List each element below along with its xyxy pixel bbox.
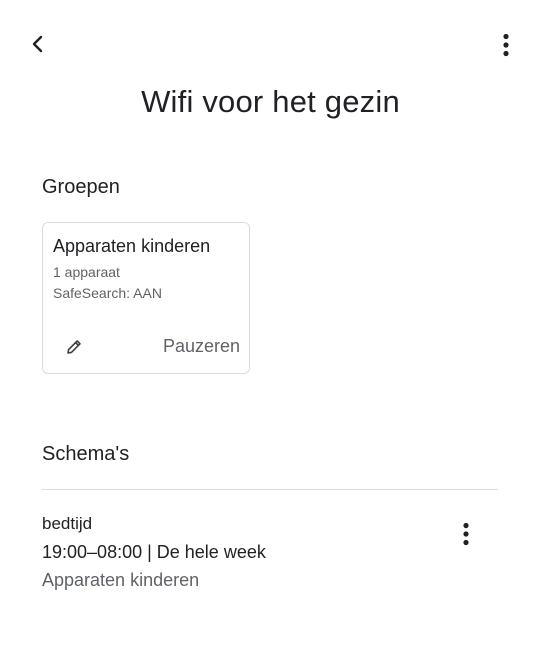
page-title: Wifi voor het gezin <box>141 84 400 119</box>
schedule-item-bedtijd[interactable]: bedtijd 19:00–08:00 | De hele week Appar… <box>42 505 498 605</box>
schedule-group: Apparaten kinderen <box>42 570 200 590</box>
group-card-apparaten-kinderen[interactable]: Apparaten kinderen 1 apparaat SafeSearch… <box>42 222 250 374</box>
groups-section-title: Groepen <box>42 176 120 198</box>
back-button[interactable] <box>22 28 54 60</box>
schedule-name: bedtijd <box>42 514 93 533</box>
overflow-menu-button[interactable] <box>490 28 522 62</box>
pause-button[interactable]: Pauzeren <box>163 336 240 357</box>
pencil-icon <box>67 340 81 354</box>
schedule-time: 19:00–08:00 | De hele week <box>42 542 266 562</box>
edit-group-button[interactable] <box>61 334 87 360</box>
divider <box>42 489 498 490</box>
group-device-count: 1 apparaat <box>53 264 120 280</box>
group-safesearch-status: SafeSearch: AAN <box>53 285 162 301</box>
schedule-menu-button[interactable] <box>452 517 480 551</box>
more-vert-icon <box>503 33 509 57</box>
schedules-section-title: Schema's <box>42 443 130 465</box>
chevron-left-icon <box>32 35 43 53</box>
top-app-bar <box>0 0 535 90</box>
group-name: Apparaten kinderen <box>53 236 211 256</box>
more-vert-icon <box>463 522 469 546</box>
